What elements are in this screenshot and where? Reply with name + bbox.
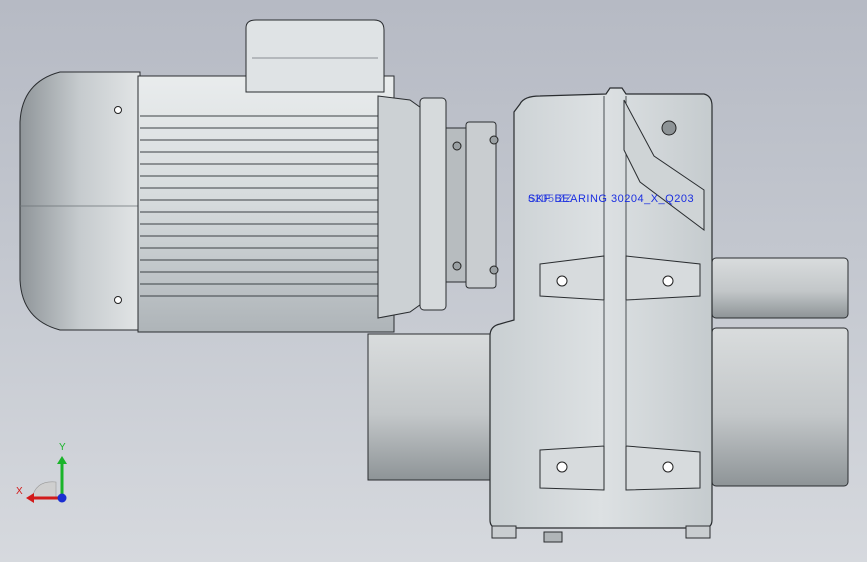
motor-end-cap — [19, 71, 141, 331]
motor-body — [137, 75, 395, 333]
gearbox-housing — [489, 87, 713, 543]
flange — [419, 97, 499, 311]
terminal-box — [245, 19, 385, 93]
triad-x-label: X — [16, 486, 23, 497]
triad-y-label: Y — [59, 442, 66, 453]
output-shaft-right — [711, 257, 849, 487]
graphics-viewport[interactable]: SKF BEARING 30204_X_Q203 6205 ZZ X Y — [0, 0, 867, 562]
coordinate-triad — [26, 456, 67, 503]
cad-model-view[interactable] — [0, 0, 867, 562]
bearing-annotation-overlap: 6205 ZZ — [528, 193, 573, 205]
motor-front-taper — [377, 95, 425, 319]
hollow-shaft-left — [367, 333, 499, 481]
